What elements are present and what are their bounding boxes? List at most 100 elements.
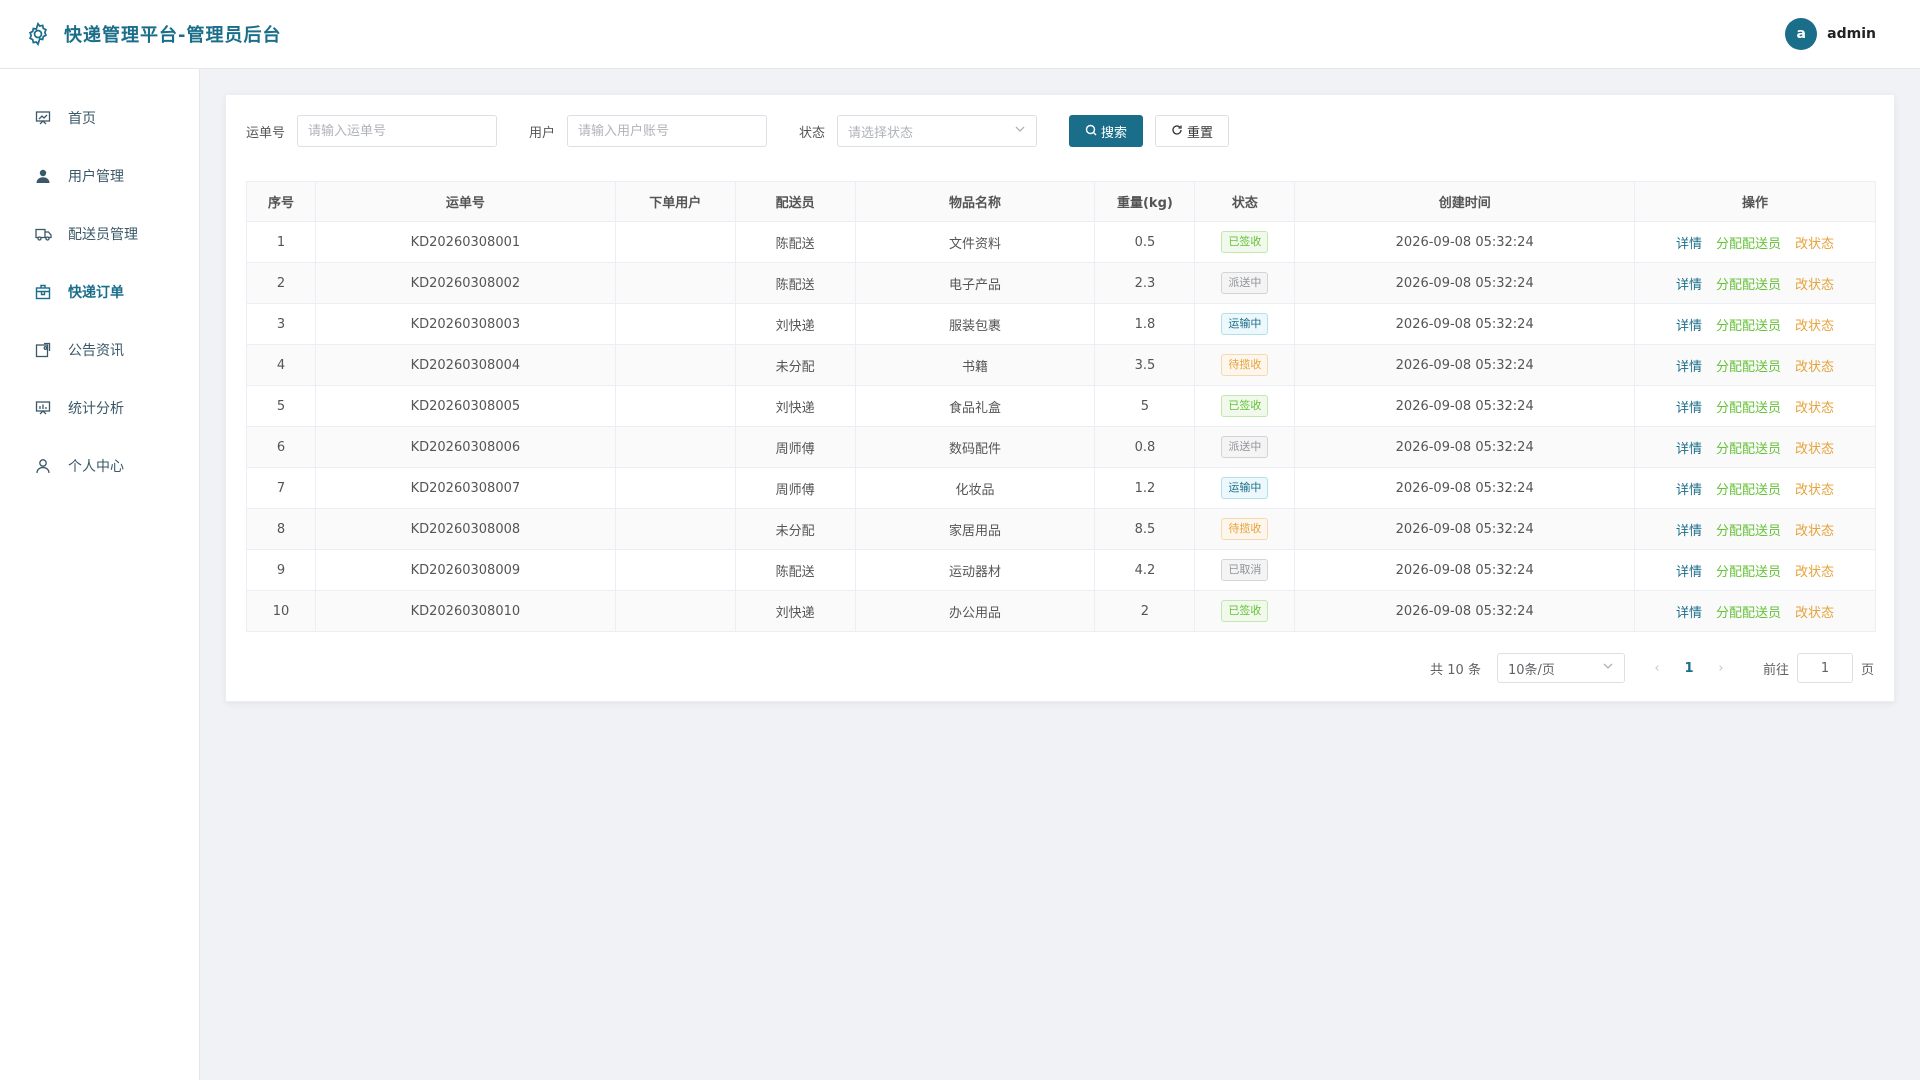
waybill-input[interactable] <box>297 115 498 147</box>
change-status-link[interactable]: 改状态 <box>1795 274 1834 293</box>
assign-courier-link[interactable]: 分配配送员 <box>1716 315 1781 334</box>
sidebar-item-stats[interactable]: 统计分析 <box>0 379 199 437</box>
assign-courier-link[interactable]: 分配配送员 <box>1716 438 1781 457</box>
table-row[interactable]: 4 KD20260308004 未分配 书籍 3.5 待揽收 2026-09-08 05:3… <box>246 344 1876 386</box>
courier-name: 陈配送 <box>734 549 856 591</box>
change-status-link[interactable]: 改状态 <box>1795 438 1834 457</box>
next-page-button[interactable]: › <box>1707 661 1735 676</box>
detail-link[interactable]: 详情 <box>1676 561 1702 580</box>
detail-link[interactable]: 详情 <box>1676 356 1702 375</box>
waybill-number: KD20260308001 <box>314 221 616 263</box>
username[interactable]: admin <box>1827 26 1876 42</box>
search-button-label: 搜索 <box>1101 124 1128 140</box>
assign-courier-link[interactable]: 分配配送员 <box>1716 561 1781 580</box>
sidebar-item-notices[interactable]: 公告资讯 <box>0 321 199 379</box>
assign-courier-link[interactable]: 分配配送员 <box>1716 397 1781 416</box>
sidebar-item-orders[interactable]: 快递订单 <box>0 263 199 321</box>
weight-value: 4.2 <box>1094 549 1196 591</box>
table-header-row: 序号 运单号 下单用户 配送员 物品名称 重量(kg) 状态 创建时间 操作 <box>246 181 1876 222</box>
table-row[interactable]: 7 KD20260308007 周师傅 化妆品 1.2 运输中 2026-09-08 05:… <box>246 467 1876 509</box>
order-user <box>614 385 736 427</box>
detail-link[interactable]: 详情 <box>1676 274 1702 293</box>
search-button[interactable]: 搜索 <box>1069 115 1144 147</box>
detail-link[interactable]: 详情 <box>1676 520 1702 539</box>
package-icon <box>34 283 52 301</box>
change-status-link[interactable]: 改状态 <box>1795 602 1834 621</box>
waybill-number: KD20260308006 <box>314 426 616 468</box>
truck-icon <box>34 225 52 243</box>
detail-link[interactable]: 详情 <box>1676 479 1702 498</box>
status-select-placeholder: 请选择状态 <box>848 125 914 141</box>
sidebar-item-users[interactable]: 用户管理 <box>0 147 199 205</box>
user-input[interactable] <box>567 115 768 147</box>
sidebar-item-label: 统计分析 <box>68 401 124 417</box>
column-header: 运单号 <box>314 181 616 222</box>
goto-page-input[interactable] <box>1796 653 1853 683</box>
change-status-link[interactable]: 改状态 <box>1795 315 1834 334</box>
status-select[interactable]: 请选择状态 <box>837 115 1038 147</box>
created-time: 2026-09-08 05:32:24 <box>1294 549 1636 591</box>
assign-courier-link[interactable]: 分配配送员 <box>1716 602 1781 621</box>
status-badge: 运输中 <box>1221 313 1269 335</box>
change-status-link[interactable]: 改状态 <box>1795 397 1834 416</box>
weight-value: 3.5 <box>1094 344 1196 386</box>
prev-page-button[interactable]: ‹ <box>1643 661 1671 676</box>
change-status-link[interactable]: 改状态 <box>1795 479 1834 498</box>
waybill-label: 运单号 <box>246 125 286 141</box>
user-menu[interactable]: a admin <box>1785 18 1876 50</box>
actions-cell: 详情 分配配送员 改状态 <box>1634 344 1876 386</box>
weight-value: 8.5 <box>1094 508 1196 550</box>
detail-link[interactable]: 详情 <box>1676 602 1702 621</box>
assign-courier-link[interactable]: 分配配送员 <box>1716 274 1781 293</box>
row-index: 7 <box>246 467 316 509</box>
actions-cell: 详情 分配配送员 改状态 <box>1634 262 1876 304</box>
sidebar-item-home[interactable]: 首页 <box>0 89 199 147</box>
table-row[interactable]: 6 KD20260308006 周师傅 数码配件 0.8 派送中 2026-09-08 05… <box>246 426 1876 468</box>
change-status-link[interactable]: 改状态 <box>1795 233 1834 252</box>
detail-link[interactable]: 详情 <box>1676 315 1702 334</box>
table-row[interactable]: 10 KD20260308010 刘快递 办公用品 2 已签收 2026-09-08 05:… <box>246 590 1876 632</box>
table-row[interactable]: 1 KD20260308001 陈配送 文件资料 0.5 已签收 2026-09-08 05… <box>246 221 1876 263</box>
sidebar-item-label: 用户管理 <box>68 169 124 185</box>
chevron-down-icon <box>1014 123 1026 139</box>
sidebar-item-couriers[interactable]: 配送员管理 <box>0 205 199 263</box>
detail-link[interactable]: 详情 <box>1676 233 1702 252</box>
change-status-link[interactable]: 改状态 <box>1795 356 1834 375</box>
courier-name: 陈配送 <box>734 221 856 263</box>
table-row[interactable]: 9 KD20260308009 陈配送 运动器材 4.2 已取消 2026-09-08 05… <box>246 549 1876 591</box>
page-size-select[interactable]: 10条/页 <box>1496 653 1625 683</box>
page-size-value: 10条/页 <box>1507 662 1555 678</box>
change-status-link[interactable]: 改状态 <box>1795 520 1834 539</box>
reset-button[interactable]: 重置 <box>1155 115 1230 147</box>
user-icon <box>34 167 52 185</box>
avatar[interactable]: a <box>1785 18 1818 50</box>
assign-courier-link[interactable]: 分配配送员 <box>1716 479 1781 498</box>
status-badge: 运输中 <box>1221 477 1269 499</box>
actions-cell: 详情 分配配送员 改状态 <box>1634 221 1876 263</box>
status-label: 状态 <box>799 125 826 141</box>
brand: 快递管理平台-管理员后台 <box>24 20 281 48</box>
sidebar-item-label: 个人中心 <box>68 459 124 475</box>
detail-link[interactable]: 详情 <box>1676 397 1702 416</box>
weight-value: 0.8 <box>1094 426 1196 468</box>
column-header: 操作 <box>1634 181 1876 222</box>
assign-courier-link[interactable]: 分配配送员 <box>1716 356 1781 375</box>
assign-courier-link[interactable]: 分配配送员 <box>1716 520 1781 539</box>
table-row[interactable]: 3 KD20260308003 刘快递 服装包裹 1.8 运输中 2026-09-08 05… <box>246 303 1876 345</box>
sidebar-item-label: 配送员管理 <box>68 227 138 243</box>
sidebar-item-profile[interactable]: 个人中心 <box>0 437 199 495</box>
detail-link[interactable]: 详情 <box>1676 438 1702 457</box>
actions-cell: 详情 分配配送员 改状态 <box>1634 303 1876 345</box>
created-time: 2026-09-08 05:32:24 <box>1294 590 1636 632</box>
page-number-current[interactable]: 1 <box>1675 661 1703 676</box>
change-status-link[interactable]: 改状态 <box>1795 561 1834 580</box>
created-time: 2026-09-08 05:32:24 <box>1294 467 1636 509</box>
top-header: 快递管理平台-管理员后台 a admin <box>0 0 1920 69</box>
table-row[interactable]: 2 KD20260308002 陈配送 电子产品 2.3 派送中 2026-09-08 05… <box>246 262 1876 304</box>
table-row[interactable]: 8 KD20260308008 未分配 家居用品 8.5 待揽收 2026-09-08 05… <box>246 508 1876 550</box>
table-row[interactable]: 5 KD20260308005 刘快递 食品礼盒 5 已签收 2026-09-08 05:3… <box>246 385 1876 427</box>
status-cell: 运输中 <box>1194 303 1296 345</box>
column-header: 状态 <box>1194 181 1296 222</box>
assign-courier-link[interactable]: 分配配送员 <box>1716 233 1781 252</box>
sidebar: 首页 用户管理 配送员管理 快递订单 公告资讯 统计分析 个人中心 <box>0 69 200 1080</box>
